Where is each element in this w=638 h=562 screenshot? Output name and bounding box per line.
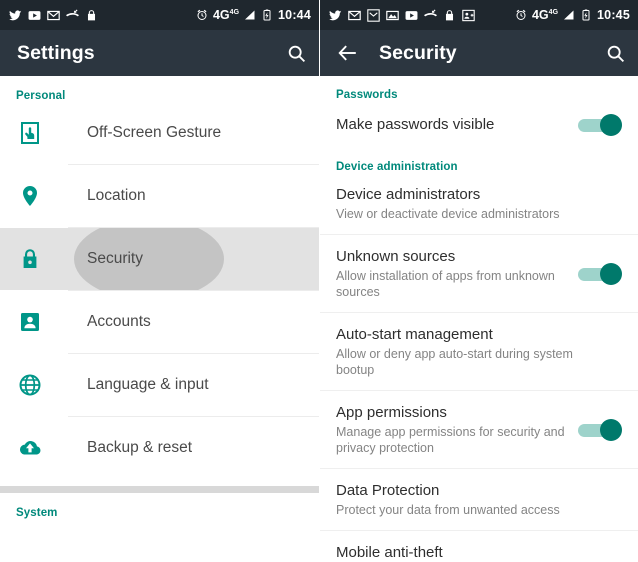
- lock-icon: [18, 247, 42, 271]
- sidebar-item-label: Off-Screen Gesture: [87, 124, 222, 141]
- search-icon[interactable]: [605, 43, 626, 64]
- network-type-label: 4G4G: [531, 7, 559, 22]
- setting-subtitle: Allow or deny app auto-start during syst…: [336, 347, 573, 377]
- security-app-bar: Security: [320, 30, 638, 76]
- page-title: Security: [379, 41, 457, 64]
- search-icon[interactable]: [286, 43, 307, 64]
- sidebar-item-label: Location: [87, 187, 146, 204]
- security-screen: 4G4G 10:45 Security Passwords Make passw…: [319, 0, 638, 562]
- setting-row-auto-start-management[interactable]: Auto-start management Allow or deny app …: [320, 313, 638, 390]
- setting-text: Unknown sources Allow installation of ap…: [336, 247, 578, 300]
- setting-subtitle: Manage app permissions for security and …: [336, 425, 565, 455]
- page-title: Settings: [17, 41, 95, 64]
- settings-list: Personal Off-Screen Gesture Location Sec…: [0, 76, 319, 562]
- setting-row-mobile-anti-theft[interactable]: Mobile anti-theft Lock the phone or wipe…: [320, 531, 638, 562]
- setting-title: Device administrators: [336, 186, 481, 203]
- gmail-icon: [47, 10, 60, 20]
- setting-subtitle: Allow installation of apps from unknown …: [336, 269, 555, 299]
- back-arrow-icon[interactable]: [337, 42, 359, 64]
- setting-text: App permissions Manage app permissions f…: [336, 403, 578, 456]
- sidebar-item-language-input[interactable]: Language & input: [0, 354, 319, 416]
- setting-text: Data Protection Protect your data from u…: [336, 481, 622, 518]
- setting-title: Make passwords visible: [336, 116, 495, 133]
- security-list: Passwords Make passwords visible Device …: [320, 76, 638, 562]
- settings-app-bar: Settings: [0, 30, 319, 76]
- alarm-icon: [197, 9, 207, 20]
- toggle-thumb: [600, 418, 622, 441]
- globe-icon: [18, 373, 42, 397]
- google-plus-icon: [462, 9, 475, 21]
- setting-title: Data Protection: [336, 482, 440, 499]
- toggle-app-permissions[interactable]: [578, 418, 622, 441]
- sidebar-item-off-screen-gesture[interactable]: Off-Screen Gesture: [0, 102, 319, 164]
- gmail-icon: [348, 10, 361, 20]
- setting-title: Unknown sources: [336, 248, 456, 265]
- missed-call-icon: [424, 9, 437, 16]
- setting-title: App permissions: [336, 404, 447, 421]
- setting-title: Auto-start management: [336, 326, 493, 343]
- sidebar-item-label: Security: [87, 250, 143, 267]
- signal-bars-icon: [564, 10, 574, 20]
- setting-subtitle: Protect your data from unwanted access: [336, 503, 560, 517]
- clock-label: 10:44: [278, 8, 311, 22]
- sidebar-item-label: Backup & reset: [87, 439, 193, 456]
- gesture-icon: [18, 121, 42, 145]
- twitter-icon: [9, 9, 22, 20]
- setting-text: Device administrators View or deactivate…: [336, 185, 622, 222]
- location-pin-icon: [18, 184, 42, 208]
- status-bar: 4G4G 10:44: [0, 0, 319, 30]
- sidebar-item-accounts[interactable]: Accounts: [0, 291, 319, 353]
- battery-charging-icon: [582, 9, 590, 21]
- missed-call-icon: [66, 9, 79, 16]
- youtube-icon: [405, 10, 418, 20]
- sidebar-item-backup-reset[interactable]: Backup & reset: [0, 417, 319, 479]
- section-header-device-administration: Device administration: [336, 161, 458, 173]
- sidebar-item-label: Accounts: [87, 313, 151, 330]
- toggle-thumb: [600, 262, 622, 285]
- section-header-passwords: Passwords: [336, 89, 398, 101]
- signal-bars-icon: [245, 10, 255, 20]
- settings-screen: 4G4G 10:44 Settings Personal Off-Screen …: [0, 0, 319, 562]
- status-bar-system-icons: 4G4G 10:44: [196, 8, 311, 22]
- toggle-make-passwords-visible[interactable]: [578, 113, 622, 136]
- clock-label: 10:45: [597, 8, 630, 22]
- status-bar: 4G4G 10:45: [320, 0, 638, 30]
- network-type-label: 4G4G: [212, 7, 240, 22]
- setting-title: Mobile anti-theft: [336, 544, 443, 561]
- section-separator: [0, 486, 319, 493]
- youtube-icon: [28, 10, 41, 20]
- setting-row-app-permissions[interactable]: App permissions Manage app permissions f…: [320, 391, 638, 468]
- gmail-box-icon: [367, 8, 380, 22]
- toggle-unknown-sources[interactable]: [578, 262, 622, 285]
- account-icon: [18, 310, 42, 334]
- setting-text: Auto-start management Allow or deny app …: [336, 325, 622, 378]
- status-bar-system-icons: 4G4G 10:45: [515, 8, 630, 22]
- setting-row-data-protection[interactable]: Data Protection Protect your data from u…: [320, 469, 638, 530]
- status-bar-notification-icons: [9, 9, 98, 22]
- lock-icon: [445, 9, 454, 20]
- setting-row-device-administrators[interactable]: Device administrators View or deactivate…: [320, 173, 638, 234]
- lock-icon: [87, 9, 96, 20]
- toggle-thumb: [600, 113, 622, 136]
- sidebar-item-location[interactable]: Location: [0, 165, 319, 227]
- dual-screenshot-container: 4G4G 10:44 Settings Personal Off-Screen …: [0, 0, 638, 562]
- alarm-icon: [516, 9, 526, 20]
- setting-subtitle: View or deactivate device administrators: [336, 207, 560, 221]
- section-header-system: System: [16, 507, 58, 519]
- image-icon: [386, 10, 399, 20]
- status-bar-notification-icons: [329, 8, 475, 22]
- setting-row-unknown-sources[interactable]: Unknown sources Allow installation of ap…: [320, 235, 638, 312]
- battery-charging-icon: [263, 9, 271, 21]
- sidebar-item-security[interactable]: Security: [0, 228, 319, 290]
- cloud-upload-icon: [18, 436, 42, 460]
- twitter-icon: [329, 9, 342, 20]
- section-header-personal: Personal: [16, 90, 66, 102]
- setting-row-make-passwords-visible[interactable]: Make passwords visible: [320, 101, 638, 148]
- setting-text: Make passwords visible: [336, 115, 578, 134]
- setting-text: Mobile anti-theft Lock the phone or wipe…: [336, 543, 622, 562]
- sidebar-item-label: Language & input: [87, 376, 209, 393]
